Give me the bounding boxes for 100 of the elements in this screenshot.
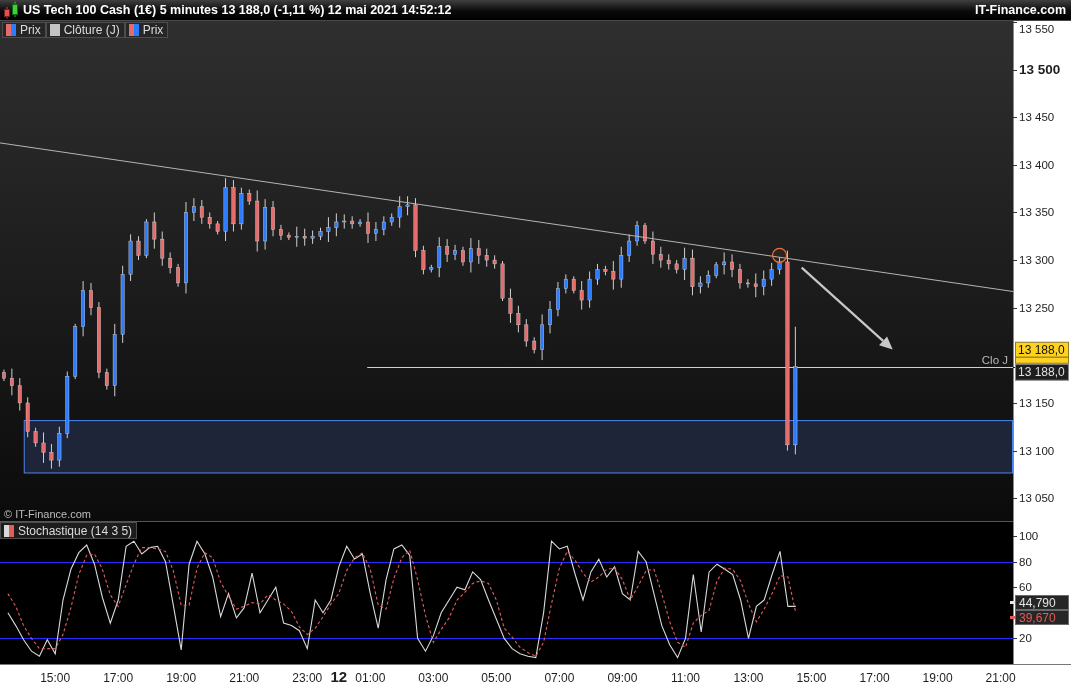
legend-tag[interactable]: Prix <box>2 22 46 38</box>
time-label: 12 <box>330 668 348 685</box>
candlestick <box>358 218 362 228</box>
axis-label: 20 <box>1019 632 1032 645</box>
candlestick-icon <box>3 1 19 19</box>
candlestick <box>334 212 339 237</box>
axis-label: 13 500 <box>1019 62 1061 78</box>
copyright-text: © IT-Finance.com <box>4 508 91 520</box>
candlestick <box>437 236 442 278</box>
candlestick <box>595 263 600 286</box>
candlestick <box>199 199 204 225</box>
price-badge: 13 188,0 <box>1015 341 1069 358</box>
candlestick <box>461 246 465 267</box>
candlestick <box>89 282 93 316</box>
candlestick <box>516 305 521 333</box>
axis-label: 13 100 <box>1019 444 1055 457</box>
axis-label: 13 050 <box>1019 492 1055 505</box>
candlestick <box>41 431 46 464</box>
value-badge: 44,790 <box>1015 595 1069 610</box>
axis-label: 13 350 <box>1019 206 1055 219</box>
time-label: 09:00 <box>607 671 638 685</box>
candlestick <box>104 368 109 391</box>
candlestick <box>508 288 513 324</box>
axis-label: 13 400 <box>1019 158 1055 171</box>
candlestick <box>294 226 299 248</box>
time-label: 15:00 <box>40 671 71 685</box>
color-swatch-icon <box>128 24 139 36</box>
time-label: 19:00 <box>166 671 197 685</box>
candlestick <box>745 278 750 289</box>
candlestick <box>556 281 560 317</box>
candlestick <box>136 235 141 261</box>
candlestick <box>9 368 14 396</box>
candlestick <box>160 231 165 267</box>
candlestick <box>476 239 481 265</box>
time-label: 21:00 <box>229 671 260 685</box>
candlestick <box>730 253 734 278</box>
candlestick <box>326 216 331 243</box>
candlestick <box>381 215 386 236</box>
time-label: 15:00 <box>796 671 827 685</box>
candlestick <box>651 231 655 265</box>
candlestick <box>563 273 568 294</box>
time-label: 19:00 <box>922 671 953 685</box>
candlestick <box>49 443 54 470</box>
candlestick <box>484 248 489 268</box>
time-label: 13:00 <box>733 671 764 685</box>
candlestick <box>366 211 370 244</box>
candlestick <box>192 197 196 222</box>
site-name: IT-Finance.com <box>975 3 1066 17</box>
axis-label: 13 150 <box>1019 396 1055 409</box>
candlestick <box>286 231 291 241</box>
time-label: 05:00 <box>481 671 512 685</box>
candlestick <box>753 272 758 298</box>
candlestick <box>548 300 552 334</box>
time-label: 21:00 <box>985 671 1016 685</box>
candlestick <box>635 220 639 247</box>
axis-label: 13 550 <box>1019 23 1055 35</box>
candlestick <box>271 200 275 237</box>
covered-price-badge <box>1015 356 1069 364</box>
time-label: 17:00 <box>103 671 134 685</box>
legend-tag[interactable]: Clôture (J) <box>45 22 125 38</box>
candlestick <box>445 238 450 263</box>
axis-label: 80 <box>1019 555 1032 568</box>
candlestick <box>468 237 473 273</box>
value-badge: 39,670 <box>1015 610 1069 625</box>
color-swatch-icon <box>6 24 16 36</box>
time-label: 03:00 <box>418 671 449 685</box>
time-label: 01:00 <box>355 671 386 685</box>
candlestick <box>17 377 22 412</box>
time-label: 23:00 <box>292 671 323 685</box>
legend-tag[interactable]: Stochastique (14 3 5) <box>0 522 138 539</box>
candlestick <box>176 263 180 288</box>
ring-marker-icon <box>771 247 788 263</box>
candlestick <box>619 246 624 289</box>
candlestick <box>279 224 283 241</box>
candlestick <box>168 251 173 274</box>
candlestick <box>587 271 592 309</box>
candlestick <box>738 263 742 290</box>
candlestick <box>611 260 616 291</box>
line-label: Clo J <box>981 353 1008 366</box>
candlestick <box>453 244 457 261</box>
candlestick <box>769 262 774 287</box>
candlestick <box>579 280 584 311</box>
axis-label: 100 <box>1019 530 1039 543</box>
color-swatch-icon <box>4 524 14 537</box>
chart-title: US Tech 100 Cash (1€) 5 minutes 13 188,0 (-1,11 %) 12 mai 2021 14:52:12 <box>23 3 453 17</box>
color-swatch-icon <box>49 24 60 36</box>
axis-label: 13 450 <box>1019 111 1055 124</box>
time-label: 17:00 <box>859 671 890 685</box>
axis-label: 13 250 <box>1019 301 1055 314</box>
candlestick <box>658 246 663 269</box>
candlestick <box>722 251 727 275</box>
candlestick <box>682 247 687 281</box>
time-label: 07:00 <box>544 671 575 685</box>
candlestick <box>524 318 529 348</box>
candlestick <box>33 427 38 448</box>
candlestick <box>421 245 426 275</box>
candlestick <box>761 270 766 296</box>
legend-tag[interactable]: Prix <box>124 22 169 38</box>
time-label: 11:00 <box>670 671 701 685</box>
candlestick <box>397 195 402 229</box>
